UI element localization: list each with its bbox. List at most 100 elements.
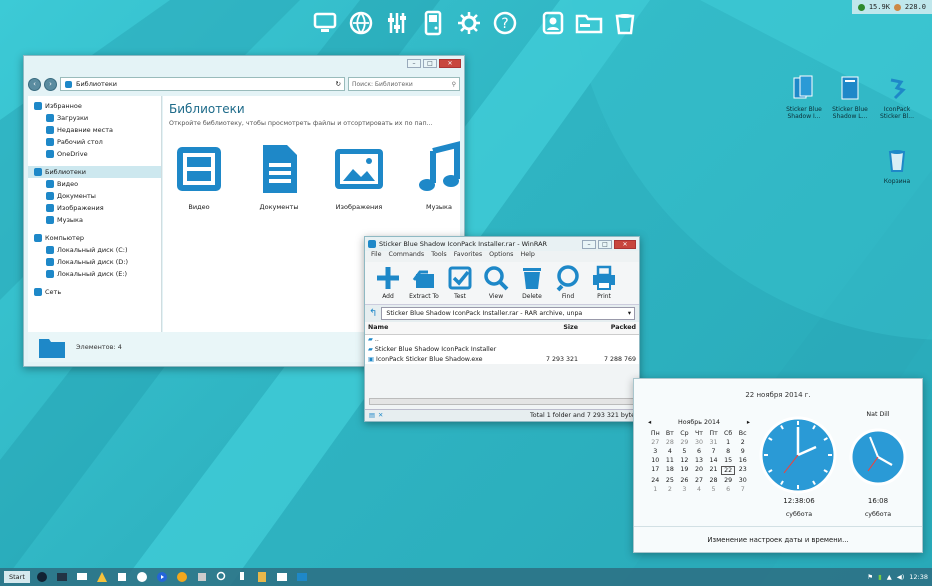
col-size[interactable]: Size <box>521 322 581 335</box>
bin-icon[interactable] <box>610 8 640 38</box>
close-button[interactable]: ✕ <box>439 58 461 68</box>
calendar-day[interactable]: 27 <box>648 439 663 446</box>
delete-button[interactable]: Delete <box>517 262 547 300</box>
view-button[interactable]: View <box>481 262 511 300</box>
nav-item-network[interactable]: Сеть <box>28 286 161 298</box>
calendar-day[interactable]: 16 <box>735 457 750 464</box>
notes-icon[interactable] <box>254 570 270 584</box>
gameboy-icon[interactable] <box>418 8 448 38</box>
battery-icon[interactable]: ▮ <box>878 573 882 581</box>
volume-icon[interactable]: ◀) <box>897 573 905 581</box>
calendar-day[interactable]: 21 <box>706 466 721 475</box>
nav-item-drive-e[interactable]: Локальный диск (E:) <box>28 268 161 280</box>
library-pictures[interactable]: Изображения <box>331 141 387 211</box>
calendar-day[interactable]: 20 <box>692 466 707 475</box>
calendar-day[interactable]: 5 <box>706 486 721 493</box>
next-month-icon[interactable]: ▸ <box>747 419 750 426</box>
library-documents[interactable]: Документы <box>251 141 307 211</box>
play-icon[interactable] <box>154 570 170 584</box>
minimize-button[interactable]: – <box>582 239 596 249</box>
back-arrow-icon[interactable]: ‹ <box>28 77 41 91</box>
calendar-day[interactable]: 5 <box>677 448 692 455</box>
monitor-icon[interactable] <box>310 8 340 38</box>
calendar-day[interactable]: 15 <box>721 457 736 464</box>
calendar-day[interactable]: 7 <box>735 486 750 493</box>
library-music[interactable]: Музыка <box>411 141 467 211</box>
calendar-day[interactable]: 18 <box>663 466 678 475</box>
nav-item-recent[interactable]: Недавние места <box>28 124 161 136</box>
calendar-day[interactable]: 12 <box>677 457 692 464</box>
calendar-day[interactable]: 6 <box>692 448 707 455</box>
calendar-day[interactable]: 23 <box>735 466 750 475</box>
nav-item-drive-c[interactable]: Локальный диск (C:) <box>28 244 161 256</box>
calendar-day[interactable]: 7 <box>706 448 721 455</box>
calendar-day[interactable]: 9 <box>735 448 750 455</box>
close-button[interactable]: ✕ <box>614 239 636 249</box>
calendar-day[interactable]: 28 <box>706 477 721 484</box>
change-datetime-link[interactable]: Изменение настроек даты и времени... <box>634 526 922 552</box>
warning-icon[interactable] <box>94 570 110 584</box>
calendar-day[interactable]: 3 <box>677 486 692 493</box>
nav-item-pictures[interactable]: Изображения <box>28 202 161 214</box>
menu-help[interactable]: Help <box>520 251 534 262</box>
calendar-day[interactable]: 28 <box>663 439 678 446</box>
search-input[interactable]: Поиск: Библиотеки ⚲ <box>348 77 460 91</box>
calendar-day[interactable]: 3 <box>648 448 663 455</box>
col-name[interactable]: Name <box>365 322 521 335</box>
desktop-icon-sticker-installer[interactable]: Sticker Blue Shadow I... <box>782 74 826 120</box>
store-icon[interactable] <box>294 570 310 584</box>
calendar-day[interactable]: 29 <box>721 477 736 484</box>
desktop-icon-iconpack[interactable]: IconPack Sticker Bl... <box>875 74 919 120</box>
help-icon[interactable]: ? <box>490 8 520 38</box>
settings-icon[interactable] <box>194 570 210 584</box>
forward-arrow-icon[interactable]: › <box>44 77 57 91</box>
globe-icon[interactable] <box>346 8 376 38</box>
nav-item-favorites[interactable]: Избранное <box>28 100 161 112</box>
calendar-day[interactable]: 30 <box>692 439 707 446</box>
calendar-day[interactable]: 26 <box>677 477 692 484</box>
disc-icon[interactable] <box>134 570 150 584</box>
calendar-day[interactable]: 14 <box>706 457 721 464</box>
extract-button[interactable]: Extract To <box>409 262 439 300</box>
maximize-button[interactable]: □ <box>423 58 437 68</box>
user-card-icon[interactable] <box>538 8 568 38</box>
apps-icon[interactable] <box>114 570 130 584</box>
calendar-day[interactable]: 22 <box>720 466 736 475</box>
menu-options[interactable]: Options <box>489 251 513 262</box>
calendar-day[interactable]: 27 <box>692 477 707 484</box>
calendar-day[interactable]: 19 <box>677 466 692 475</box>
terminal-icon[interactable] <box>54 570 70 584</box>
nav-item-downloads[interactable]: Загрузки <box>28 112 161 124</box>
calendar-day[interactable]: 24 <box>648 477 663 484</box>
maximize-button[interactable]: □ <box>598 239 612 249</box>
calendar-day[interactable]: 4 <box>663 448 678 455</box>
nav-item-computer[interactable]: Компьютер <box>28 232 161 244</box>
table-row[interactable]: ▣ IconPack Sticker Blue Shadow.exe 7 293 … <box>365 354 639 364</box>
desktop-icon-recycle-bin[interactable]: Корзина <box>875 146 919 185</box>
flag-icon[interactable]: ⚑ <box>867 573 873 581</box>
library-video[interactable]: Видео <box>171 141 227 211</box>
calendar-day[interactable]: 2 <box>663 486 678 493</box>
add-button[interactable]: Add <box>373 262 403 300</box>
calendar-day[interactable]: 17 <box>648 466 663 475</box>
monitor-icon[interactable] <box>74 570 90 584</box>
calendar-day[interactable]: 31 <box>706 439 721 446</box>
menu-tools[interactable]: Tools <box>431 251 447 262</box>
prev-month-icon[interactable]: ◂ <box>648 419 651 426</box>
archive-path-dropdown[interactable]: Sticker Blue Shadow IconPack Installer.r… <box>381 307 635 320</box>
calendar-day[interactable]: 1 <box>648 486 663 493</box>
print-button[interactable]: Print <box>589 262 619 300</box>
calendar-day[interactable]: 6 <box>721 486 736 493</box>
drive-icon[interactable]: ▤ <box>369 412 375 419</box>
desktop-icon-sticker-folder[interactable]: Sticker Blue Shadow L... <box>828 74 872 120</box>
find-button[interactable]: Find <box>553 262 583 300</box>
nav-item-desktop[interactable]: Рабочий стол <box>28 136 161 148</box>
calendar-day[interactable]: 4 <box>692 486 707 493</box>
close-x-icon[interactable]: ✕ <box>378 412 383 419</box>
address-input[interactable]: Библиотеки ↻ <box>60 77 345 91</box>
nav-item-video[interactable]: Видео <box>28 178 161 190</box>
calendar-day[interactable]: 1 <box>721 439 736 446</box>
gear-icon[interactable] <box>454 8 484 38</box>
test-button[interactable]: Test <box>445 262 475 300</box>
media-player-icon[interactable] <box>34 570 50 584</box>
